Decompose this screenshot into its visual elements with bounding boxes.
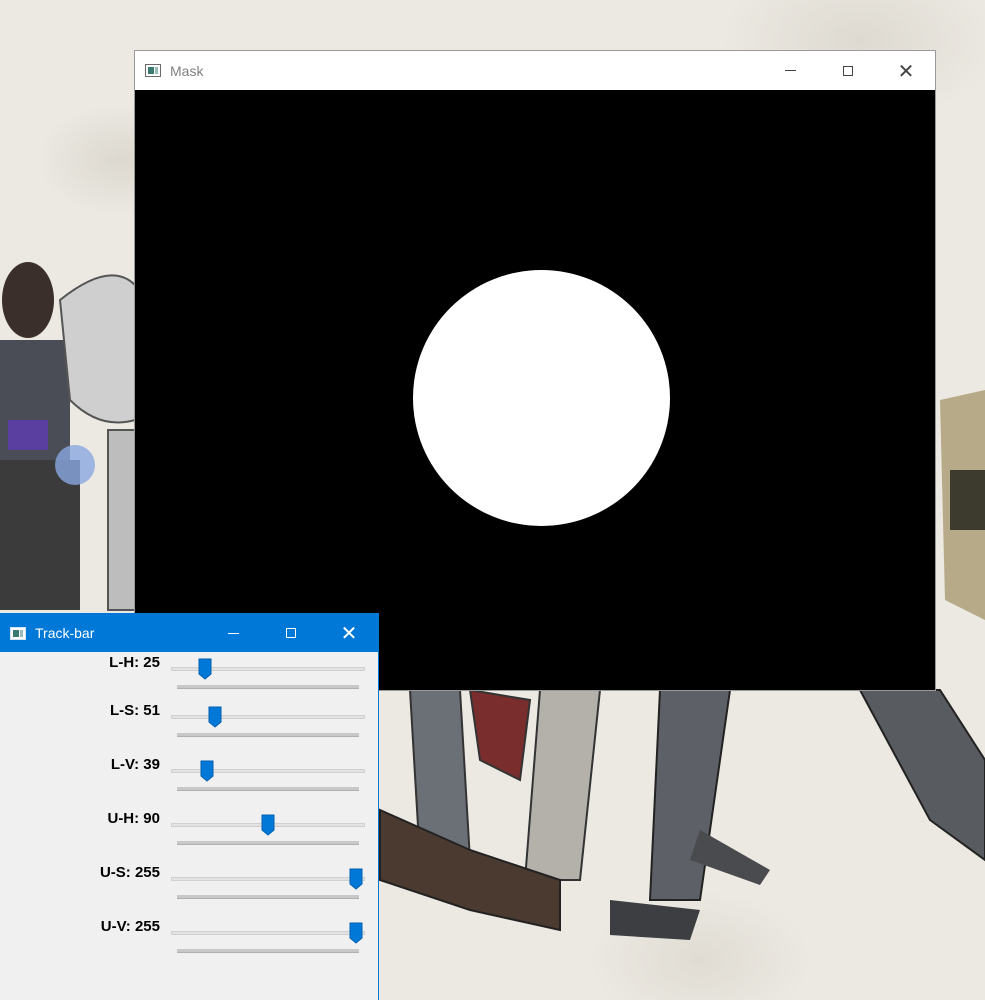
trackbar-window-title: Track-bar: [35, 625, 95, 641]
maximize-icon: [286, 628, 296, 638]
app-icon: [145, 64, 161, 77]
slider-tick-bar: [177, 685, 359, 689]
mask-window[interactable]: Mask ✕: [134, 50, 936, 691]
slider-row: U-H: 90: [0, 808, 378, 862]
slider-row: L-H: 25: [0, 652, 378, 706]
app-icon: [10, 626, 26, 640]
close-button[interactable]: ✕: [320, 614, 378, 652]
close-icon: ✕: [897, 58, 915, 83]
slider-thumb-icon[interactable]: [349, 868, 363, 890]
slider-track[interactable]: [171, 715, 365, 719]
slider-label: L-V: 39: [110, 756, 160, 773]
close-button[interactable]: ✕: [877, 51, 935, 90]
slider-thumb-icon[interactable]: [200, 760, 214, 782]
slider-thumb-icon[interactable]: [349, 922, 363, 944]
close-icon: ✕: [340, 621, 358, 645]
slider-row: L-S: 51: [0, 700, 378, 754]
slider-tick-bar: [177, 949, 359, 953]
slider-tick-bar: [177, 895, 359, 899]
slider-tick-bar: [177, 733, 359, 737]
minimize-button[interactable]: [204, 614, 262, 652]
slider-tick-bar: [177, 841, 359, 845]
slider-list: L-H: 25 L-S: 51 L-V: 39 U-H: 90 U-S: 255 U-V:…: [0, 652, 378, 1000]
slider-label: U-S: 255: [99, 864, 160, 881]
mask-window-title: Mask: [170, 62, 204, 79]
slider-label: L-S: 51: [109, 702, 160, 719]
maximize-button[interactable]: [819, 51, 877, 90]
window-controls: ✕: [204, 614, 378, 652]
trackbar-window-titlebar[interactable]: Track-bar ✕: [0, 614, 378, 652]
slider-track[interactable]: [171, 931, 365, 935]
slider-row: U-V: 255: [0, 916, 378, 970]
minimize-icon: [227, 632, 239, 634]
mask-window-titlebar[interactable]: Mask ✕: [135, 51, 935, 90]
slider-thumb-icon[interactable]: [208, 706, 222, 728]
slider-row: L-V: 39: [0, 754, 378, 808]
slider-label: U-H: 90: [107, 810, 160, 827]
slider-track[interactable]: [171, 877, 365, 881]
window-controls: ✕: [761, 51, 935, 90]
slider-label: L-H: 25: [109, 654, 160, 671]
maximize-button[interactable]: [262, 614, 320, 652]
slider-tick-bar: [177, 787, 359, 791]
trackbar-window[interactable]: Track-bar ✕ L-H: 25 L-S: 51 L-V: 39 U-H: 90…: [0, 613, 379, 1000]
minimize-icon: [784, 70, 796, 71]
slider-thumb-icon[interactable]: [261, 814, 275, 836]
minimize-button[interactable]: [761, 51, 819, 90]
mask-white-region: [413, 270, 670, 526]
slider-row: U-S: 255: [0, 862, 378, 916]
slider-thumb-icon[interactable]: [198, 658, 212, 680]
slider-label: U-V: 255: [100, 918, 160, 935]
maximize-icon: [843, 65, 853, 76]
mask-image: [135, 90, 935, 690]
